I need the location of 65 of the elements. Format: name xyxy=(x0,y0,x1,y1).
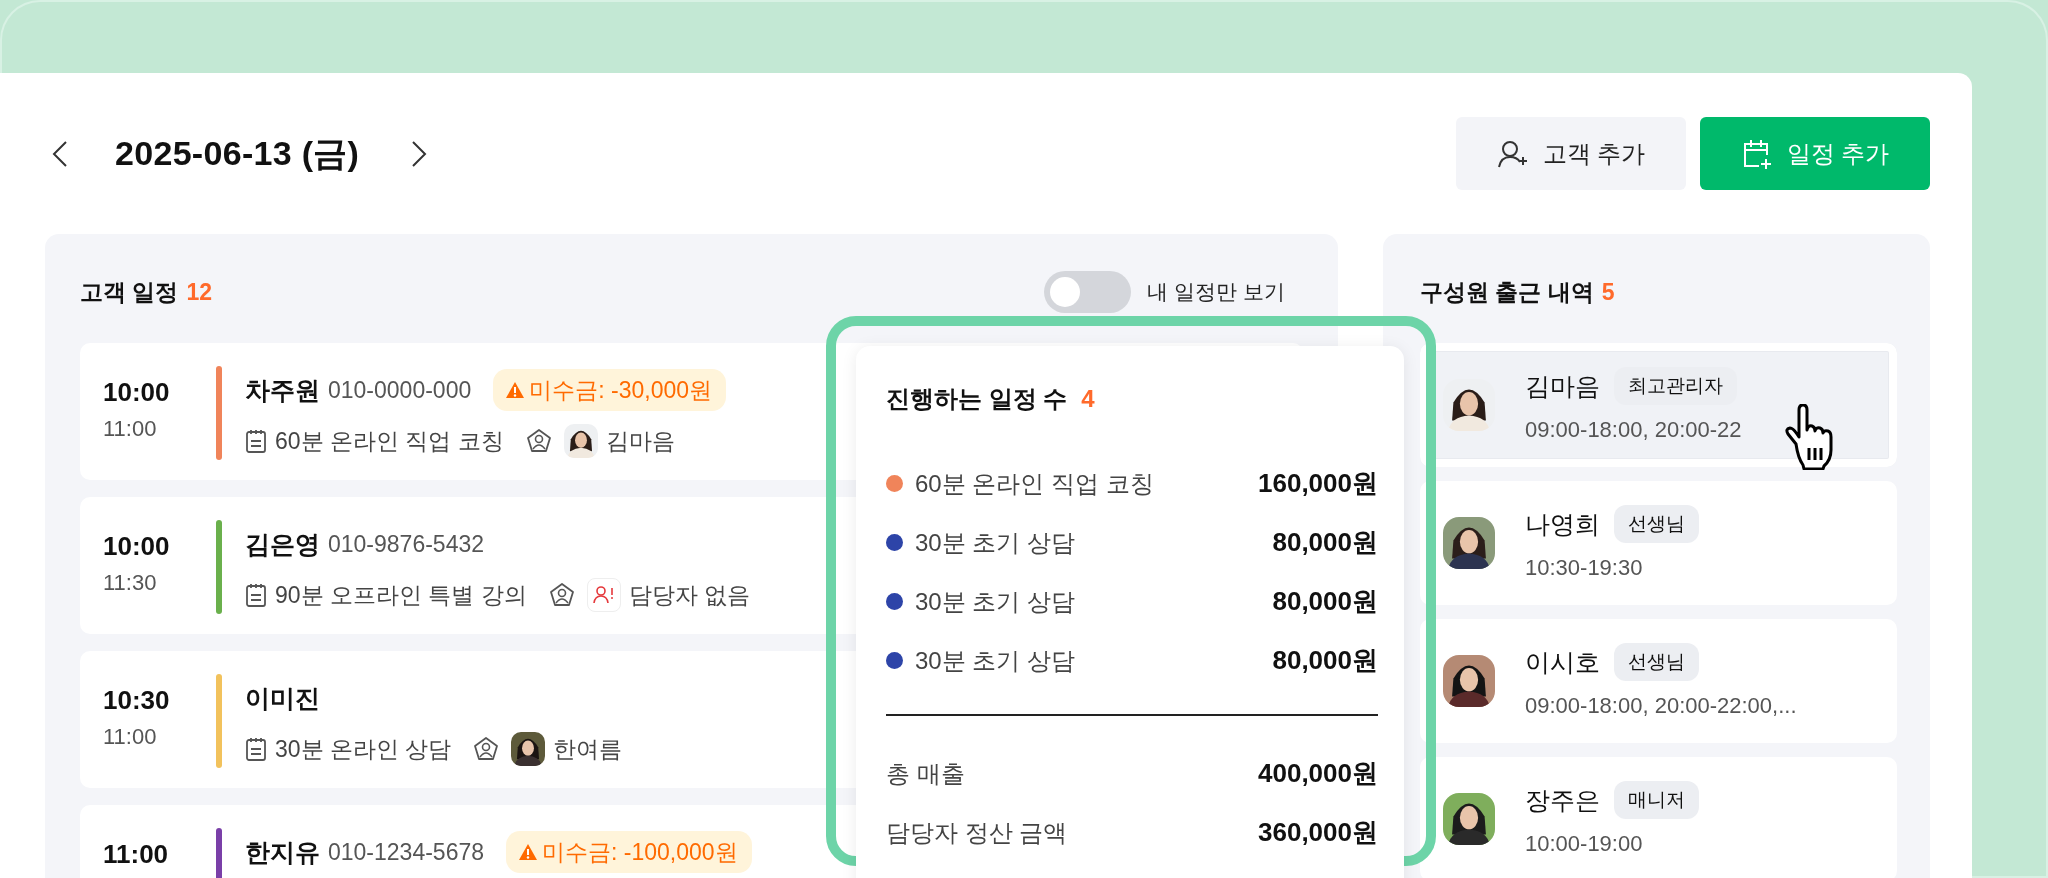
role-tag: 최고관리자 xyxy=(1614,367,1737,405)
phone-number: 010-0000-000 xyxy=(328,376,472,404)
staff-icon xyxy=(548,582,575,608)
member-name: 이시호 xyxy=(1525,646,1600,678)
memo-icon xyxy=(245,428,267,454)
customer-name: 김은영 xyxy=(245,528,320,560)
end-time: 11:00 xyxy=(103,724,158,750)
section-title: 구성원 출근 내역 xyxy=(1420,277,1594,307)
customer-name: 한지유 xyxy=(245,836,320,868)
member-card[interactable]: 나영희 선생님 10:30-19:30 xyxy=(1420,481,1897,605)
phone-number: 010-1234-5678 xyxy=(328,838,485,866)
staff-name: 한여름 xyxy=(553,734,623,764)
role-tag: 매니저 xyxy=(1614,781,1699,819)
total-label: 총 매출 xyxy=(886,758,965,789)
role-tag: 선생님 xyxy=(1614,505,1699,543)
work-hours: 10:30-19:30 xyxy=(1525,555,1644,581)
popup-title: 진행하는 일정 수 xyxy=(886,384,1068,414)
service-name: 30분 초기 상담 xyxy=(915,527,1076,558)
member-name: 김마음 xyxy=(1525,370,1600,402)
service-name: 60분 온라인 직업 코칭 xyxy=(275,426,504,456)
customer-name: 이미진 xyxy=(245,682,320,714)
start-time: 10:30 xyxy=(103,685,171,716)
total-label: 담당자 정산 금액 xyxy=(886,817,1068,848)
role-tag: 선생님 xyxy=(1614,643,1699,681)
chevron-right-icon xyxy=(411,139,428,168)
customer-name: 차주원 xyxy=(245,374,320,406)
work-hours: 09:00-18:00, 20:00-22 xyxy=(1525,417,1742,443)
end-time: 11:00 xyxy=(103,416,158,442)
add-customer-button[interactable]: 고객 추가 xyxy=(1456,117,1686,190)
staff-icon xyxy=(473,736,500,762)
toggle-switch[interactable] xyxy=(1044,271,1132,313)
date-title: 2025-06-13 (금) xyxy=(115,132,360,174)
member-name: 나영희 xyxy=(1525,508,1600,540)
warning-icon xyxy=(518,843,539,861)
count-label: 4 xyxy=(1081,385,1095,413)
service-name: 30분 온라인 상담 xyxy=(275,734,452,764)
count-label: 5 xyxy=(1601,278,1615,306)
start-time: 10:00 xyxy=(103,531,171,562)
member-card[interactable]: 장주은 매니저 10:00-19:00 xyxy=(1420,757,1897,878)
staff-name: 김마음 xyxy=(605,426,675,456)
staff-name: 담당자 없음 xyxy=(628,580,751,610)
toggle-label: 내 일정만 보기 xyxy=(1147,279,1285,305)
service-name: 90분 오프라인 특별 강의 xyxy=(275,580,527,610)
member-card[interactable]: 이시호 선생님 09:00-18:00, 20:00-22:00,... xyxy=(1420,619,1897,743)
member-name: 장주은 xyxy=(1525,784,1600,816)
memo-icon xyxy=(245,582,267,608)
unpaid-amount: 미수금: -30,000원 xyxy=(529,375,713,405)
work-hours: 10:00-19:00 xyxy=(1525,831,1644,857)
member-card[interactable]: 김마음 최고관리자 09:00-18:00, 20:00-22 xyxy=(1420,343,1897,467)
work-hours: 09:00-18:00, 20:00-22:00,... xyxy=(1525,693,1797,719)
start-time: 11:00 xyxy=(103,839,170,870)
section-title: 고객 일정 xyxy=(80,277,179,307)
user-plus-icon xyxy=(1496,139,1529,168)
count-label: 12 xyxy=(186,278,212,306)
memo-icon xyxy=(245,736,267,762)
no-assignee-icon xyxy=(586,578,621,612)
total-amount: 360,000원 xyxy=(1258,816,1378,849)
chevron-left-icon xyxy=(52,139,68,168)
staff-icon xyxy=(525,428,552,454)
unpaid-amount: 미수금: -100,000원 xyxy=(542,837,738,867)
phone-number: 010-9876-5432 xyxy=(328,530,485,558)
end-time: 11:30 xyxy=(103,570,158,596)
service-name: 30분 초기 상담 xyxy=(915,586,1076,617)
start-time: 10:00 xyxy=(103,377,171,408)
warning-icon xyxy=(505,381,526,399)
